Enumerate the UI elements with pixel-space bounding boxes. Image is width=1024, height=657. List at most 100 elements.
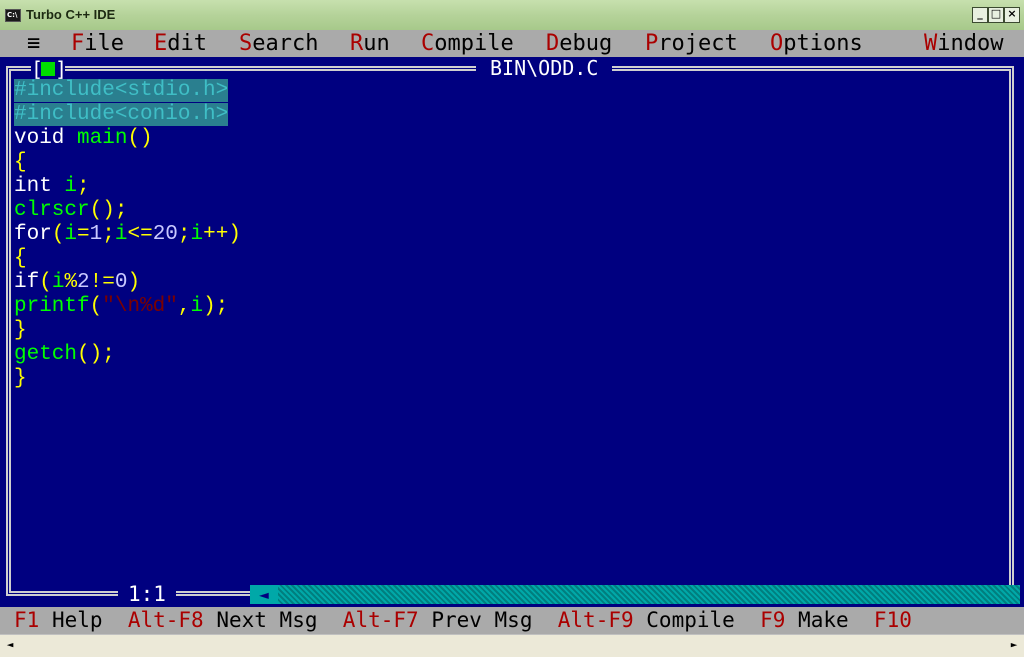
code-token: 2 bbox=[77, 271, 90, 294]
code-line-4: { bbox=[14, 151, 241, 175]
code-include-conio: #include<conio.h> bbox=[14, 103, 229, 126]
menu-compile-hotkey: C bbox=[421, 31, 435, 56]
maximize-button[interactable]: □ bbox=[988, 7, 1004, 23]
status-label-help[interactable]: Help bbox=[52, 608, 103, 632]
status-key-alt-f8[interactable]: Alt-F8 bbox=[128, 608, 204, 632]
status-key-f1[interactable]: F1 bbox=[14, 608, 39, 632]
code-token: ( bbox=[39, 271, 52, 294]
code-token: 0 bbox=[114, 271, 128, 294]
code-line-1: #include<stdio.h> bbox=[14, 79, 241, 103]
console-app-icon[interactable]: C:\ bbox=[5, 9, 21, 22]
code-token: void bbox=[14, 127, 65, 150]
editor-close-button[interactable]: [ ] bbox=[31, 58, 67, 80]
code-token: % bbox=[64, 271, 78, 294]
code-token: i bbox=[114, 223, 128, 246]
status-key-alt-f9[interactable]: Alt-F9 bbox=[558, 608, 634, 632]
status-label-compile[interactable]: Compile bbox=[646, 608, 735, 632]
code-token: printf bbox=[14, 295, 90, 318]
code-line-7: for(i=1;i<=20;i++) bbox=[14, 223, 241, 247]
menu-debug[interactable]: Debug bbox=[546, 31, 612, 56]
menu-compile[interactable]: Compile bbox=[421, 31, 514, 56]
menu-window-label: indow bbox=[937, 31, 1004, 56]
status-key-alt-f7[interactable]: Alt-F7 bbox=[343, 608, 419, 632]
status-key-f9[interactable]: F9 bbox=[760, 608, 785, 632]
status-label-make[interactable]: Make bbox=[798, 608, 849, 632]
code-token: i bbox=[190, 223, 204, 246]
code-area[interactable]: #include<stdio.h> #include<conio.h> void m… bbox=[14, 79, 241, 391]
menu-edit-label: dit bbox=[167, 31, 207, 56]
code-token: ( bbox=[89, 295, 103, 318]
menu-run-label: un bbox=[363, 31, 390, 56]
menu-run[interactable]: Run bbox=[350, 31, 390, 56]
code-token: { bbox=[14, 151, 27, 174]
code-token: clrscr bbox=[14, 199, 90, 222]
status-items: F1 Help Alt-F8 Next Msg Alt-F7 Prev Msg … bbox=[14, 607, 912, 634]
code-token: () bbox=[127, 127, 153, 150]
code-token: i bbox=[190, 295, 204, 318]
code-line-9: if(i%2!=0) bbox=[14, 271, 241, 295]
code-token: ); bbox=[203, 295, 229, 318]
code-token: ; bbox=[77, 175, 90, 198]
menu-file-hotkey: F bbox=[71, 31, 85, 56]
code-line-6: clrscr(); bbox=[14, 199, 241, 223]
close-square-icon bbox=[41, 62, 55, 76]
code-token: getch bbox=[14, 343, 78, 366]
code-token: ++) bbox=[203, 223, 241, 246]
code-line-2: #include<conio.h> bbox=[14, 103, 241, 127]
code-token: ; bbox=[177, 223, 191, 246]
code-token: = bbox=[77, 223, 90, 246]
code-token: if bbox=[14, 271, 40, 294]
menu-search[interactable]: Search bbox=[239, 31, 318, 56]
code-token: ; bbox=[102, 223, 115, 246]
status-bar: F1 Help Alt-F8 Next Msg Alt-F7 Prev Msg … bbox=[0, 607, 1024, 634]
window-titlebar: C:\ Turbo C++ IDE _ □ × bbox=[0, 0, 1024, 31]
code-token: for bbox=[14, 223, 52, 246]
menu-debug-hotkey: D bbox=[546, 31, 560, 56]
code-token: , bbox=[177, 295, 191, 318]
menu-run-hotkey: R bbox=[350, 31, 364, 56]
menu-bar: ≡ File Edit Search Run Compile Debug Pro… bbox=[0, 30, 1024, 57]
menu-file[interactable]: File bbox=[71, 31, 124, 56]
menu-project[interactable]: Project bbox=[645, 31, 738, 56]
system-menu-icon[interactable]: ≡ bbox=[27, 31, 40, 56]
menu-edit-hotkey: E bbox=[154, 31, 168, 56]
menu-options-hotkey: O bbox=[770, 31, 784, 56]
code-token: { bbox=[14, 247, 27, 270]
code-token: 1 bbox=[89, 223, 103, 246]
scroll-right-icon[interactable]: ► bbox=[1006, 637, 1022, 653]
scroll-left-arrow-icon[interactable]: ◄ bbox=[250, 585, 278, 604]
menu-project-hotkey: P bbox=[645, 31, 659, 56]
code-token: } bbox=[14, 319, 27, 342]
code-token: <= bbox=[127, 223, 153, 246]
menu-project-label: roject bbox=[658, 31, 738, 56]
status-key-f10[interactable]: F10 bbox=[874, 608, 912, 632]
window-hscrollbar[interactable]: ◄ ► bbox=[0, 634, 1024, 657]
code-token: i bbox=[64, 223, 78, 246]
editor-window: [ ] BIN\ODD.C #include<stdio.h> #include<… bbox=[0, 57, 1024, 607]
window-title: Turbo C++ IDE bbox=[26, 7, 116, 22]
code-token: ( bbox=[51, 223, 65, 246]
menu-search-label: earch bbox=[252, 31, 319, 56]
status-label-next-msg[interactable]: Next Msg bbox=[216, 608, 317, 632]
menu-compile-label: ompile bbox=[434, 31, 514, 56]
code-token: i bbox=[64, 175, 78, 198]
code-line-13: } bbox=[14, 367, 241, 391]
code-line-11: } bbox=[14, 319, 241, 343]
code-string: "\n%d" bbox=[102, 295, 178, 318]
menu-window[interactable]: Window bbox=[924, 31, 1003, 56]
code-token: (); bbox=[89, 199, 128, 222]
menu-options[interactable]: Options bbox=[770, 31, 863, 56]
code-line-12: getch(); bbox=[14, 343, 241, 367]
menu-file-label: ile bbox=[84, 31, 124, 56]
menu-debug-label: ebug bbox=[559, 31, 613, 56]
close-window-button[interactable]: × bbox=[1004, 7, 1020, 23]
code-line-8: { bbox=[14, 247, 241, 271]
menu-edit[interactable]: Edit bbox=[154, 31, 207, 56]
editor-hscrollbar[interactable]: ◄ bbox=[250, 585, 1020, 604]
status-label-prev-msg[interactable]: Prev Msg bbox=[431, 608, 532, 632]
code-token: != bbox=[89, 271, 115, 294]
menu-search-hotkey: S bbox=[239, 31, 253, 56]
scroll-left-icon[interactable]: ◄ bbox=[2, 637, 18, 653]
code-token: } bbox=[14, 367, 27, 390]
minimize-button[interactable]: _ bbox=[972, 7, 988, 23]
